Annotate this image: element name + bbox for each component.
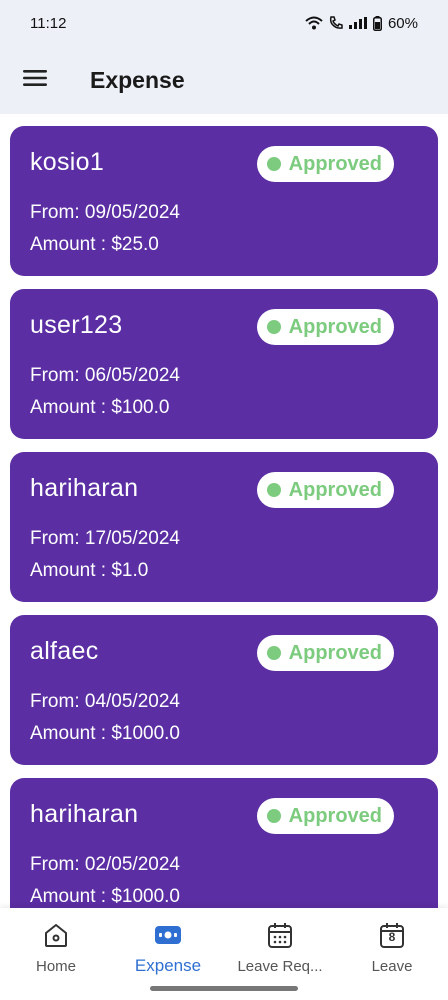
- home-icon: [42, 920, 70, 950]
- signal-icon: [348, 17, 367, 29]
- expense-card[interactable]: hariharan Approved From: 17/05/2024 Amou…: [10, 452, 438, 602]
- status-dot-icon: [266, 320, 281, 334]
- calendar-grid-icon: [267, 920, 293, 950]
- expense-amount: Amount : $1.0: [30, 560, 149, 581]
- expense-user-name: alfaec: [30, 637, 99, 665]
- nav-label: Leave Req...: [237, 958, 323, 975]
- expense-user-name: hariharan: [30, 800, 139, 828]
- status-dot-icon: [266, 483, 281, 497]
- menu-button[interactable]: [0, 46, 70, 114]
- status-text: Approved: [288, 152, 382, 175]
- nav-item-leave[interactable]: 8 Leave: [336, 908, 448, 1000]
- expense-list[interactable]: kosio1 Approved From: 09/05/2024 Amount …: [0, 114, 448, 908]
- expense-user-name: user123: [30, 311, 123, 339]
- expense-card[interactable]: hariharan Approved From: 02/05/2024 Amou…: [10, 778, 438, 908]
- status-dot-icon: [266, 809, 281, 823]
- status-text: Approved: [288, 804, 382, 827]
- status-time: 11:12: [30, 14, 67, 32]
- status-text: Approved: [288, 641, 382, 664]
- status-badge: Approved: [256, 472, 394, 508]
- status-dot-icon: [266, 646, 281, 660]
- status-badge: Approved: [256, 635, 394, 671]
- app-bar: Expense: [0, 46, 448, 114]
- hamburger-icon: [23, 69, 47, 92]
- expense-user-name: hariharan: [30, 474, 139, 502]
- expense-from-date: From: 06/05/2024: [30, 365, 180, 386]
- status-badge: Approved: [256, 798, 394, 834]
- expense-from-date: From: 02/05/2024: [30, 854, 180, 875]
- battery-level: 60%: [387, 14, 418, 32]
- expense-card[interactable]: kosio1 Approved From: 09/05/2024 Amount …: [10, 126, 438, 276]
- status-text: Approved: [288, 315, 382, 338]
- expense-from-date: From: 04/05/2024: [30, 691, 180, 712]
- status-badge: Approved: [256, 309, 394, 345]
- nav-label: Home: [35, 958, 76, 975]
- calendar-day-icon: 8: [379, 920, 405, 950]
- status-icons: 60%: [305, 15, 418, 32]
- expense-amount: Amount : $1000.0: [30, 723, 180, 744]
- gesture-home-indicator[interactable]: [150, 986, 298, 991]
- expense-amount: Amount : $100.0: [30, 397, 170, 418]
- battery-icon: [372, 15, 382, 31]
- expense-user-name: kosio1: [30, 148, 105, 176]
- expense-amount: Amount : $25.0: [30, 234, 159, 255]
- nav-label: Expense: [134, 956, 202, 975]
- wifi-icon: [305, 16, 323, 30]
- call-icon: [329, 16, 343, 30]
- status-badge: Approved: [256, 146, 394, 182]
- status-text: Approved: [288, 478, 382, 501]
- calendar-day-number: 8: [388, 930, 396, 944]
- expense-amount: Amount : $1000.0: [30, 886, 180, 907]
- page-title: Expense: [90, 66, 185, 93]
- status-dot-icon: [266, 157, 281, 171]
- expense-from-date: From: 17/05/2024: [30, 528, 180, 549]
- expense-icon: [155, 920, 181, 950]
- nav-item-home[interactable]: Home: [0, 908, 112, 1000]
- status-bar: 11:12 60%: [0, 0, 448, 46]
- expense-from-date: From: 09/05/2024: [30, 202, 180, 223]
- nav-label: Leave: [371, 958, 413, 975]
- expense-card[interactable]: user123 Approved From: 06/05/2024 Amount…: [10, 289, 438, 439]
- expense-card[interactable]: alfaec Approved From: 04/05/2024 Amount …: [10, 615, 438, 765]
